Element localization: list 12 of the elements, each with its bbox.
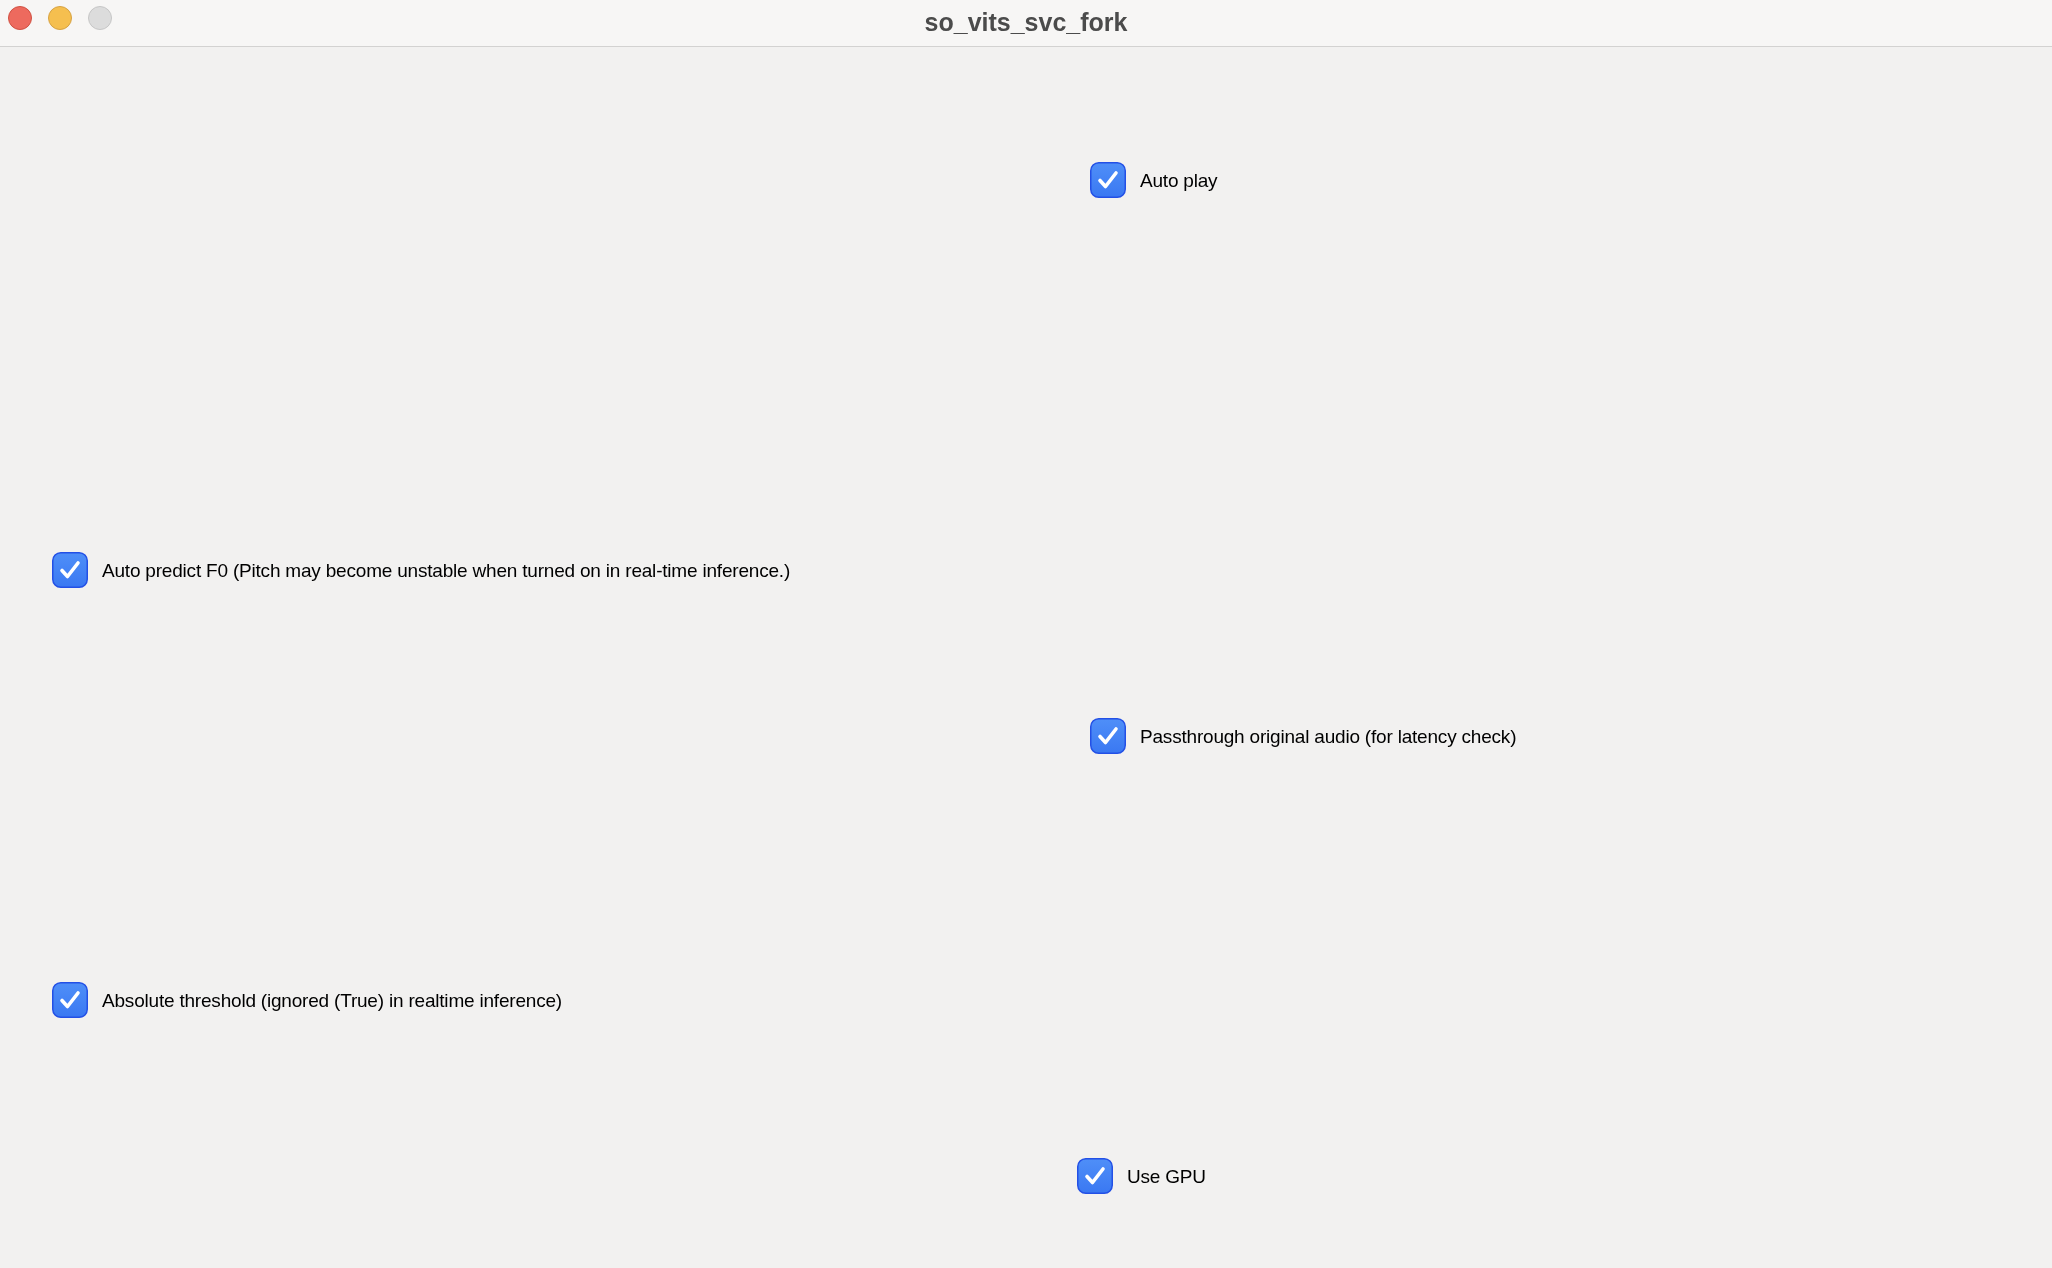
checkbox-label[interactable]: Use GPU [1127,1166,1206,1186]
checkbox[interactable] [1090,718,1126,754]
checkbox[interactable] [52,552,88,588]
window-title: so_vits_svc_fork [924,9,1128,37]
checkbox[interactable] [1077,1158,1113,1194]
checkbox[interactable] [1090,162,1126,198]
checkbox-label[interactable]: Auto predict F0 (Pitch may become unstable when turned on in real-time inference.) [102,560,790,580]
checkbox[interactable] [52,982,88,1018]
close-button[interactable] [8,6,32,30]
checkbox-label[interactable]: Auto play [1140,170,1218,190]
checkbox-label[interactable]: Passthrough original audio (for latency check) [1140,726,1517,746]
checkbox-label[interactable]: Absolute threshold (ignored (True) in realtime inference) [102,990,562,1010]
